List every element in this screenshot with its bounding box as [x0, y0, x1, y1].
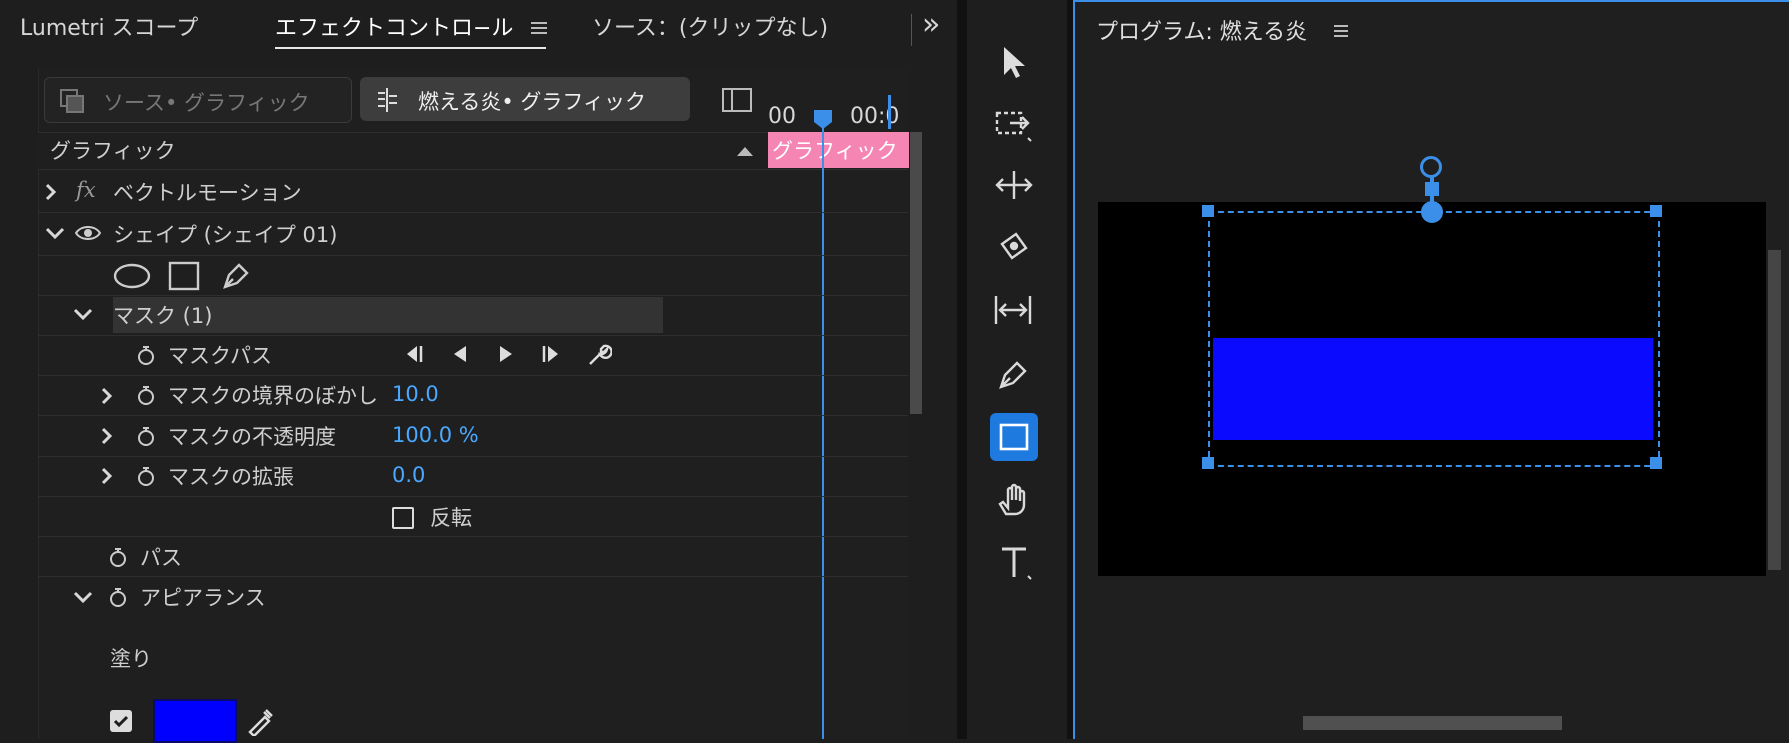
expansion-value[interactable]: 0.0: [392, 463, 425, 487]
row-divider: [38, 496, 908, 497]
stopwatch-icon[interactable]: [136, 344, 156, 366]
row-divider: [38, 375, 908, 376]
transform-handle[interactable]: [1650, 205, 1662, 217]
source-graphic-label: ソース• グラフィック: [103, 91, 310, 115]
panel-divider[interactable]: [957, 0, 967, 739]
eye-icon[interactable]: [74, 224, 102, 242]
program-vertical-scrollbar[interactable]: [1768, 250, 1781, 570]
row-divider: [38, 576, 908, 577]
track-forward-icon[interactable]: [496, 344, 516, 364]
pen-mask-icon[interactable]: [220, 260, 252, 292]
stopwatch-icon[interactable]: [136, 425, 156, 447]
path-label: パス: [140, 546, 182, 570]
fx-icon[interactable]: fx: [76, 178, 96, 202]
expand-chevron-icon[interactable]: [44, 182, 58, 202]
transform-handle[interactable]: [1202, 205, 1214, 217]
feather-value[interactable]: 10.0: [392, 382, 439, 406]
active-tab-underline: [275, 47, 546, 49]
tab-effect-controls[interactable]: エフェクトコントロ−ル: [275, 10, 513, 48]
expand-chevron-icon[interactable]: [100, 466, 114, 486]
collapse-up-icon[interactable]: [736, 145, 754, 157]
graphic-layer-icon: [59, 88, 85, 114]
tab-separator: [911, 14, 912, 46]
invert-label: 反転: [430, 506, 472, 530]
track-backward-all-icon[interactable]: [403, 344, 425, 364]
stopwatch-icon[interactable]: [136, 384, 156, 406]
feather-label: マスクの境界のぼかし: [168, 384, 378, 408]
opacity-label: マスクの不透明度: [168, 425, 336, 449]
transform-handle[interactable]: [1650, 457, 1662, 469]
effect-scrollbar[interactable]: [910, 132, 922, 414]
collapse-chevron-icon[interactable]: [44, 226, 66, 240]
more-tabs-icon[interactable]: »: [922, 6, 940, 44]
program-menu-icon[interactable]: [1333, 23, 1349, 39]
tab-source[interactable]: ソース：(クリップなし): [592, 10, 828, 48]
selection-tool-icon[interactable]: [998, 44, 1030, 80]
row-divider: [38, 415, 908, 416]
expand-chevron-icon[interactable]: [100, 426, 114, 446]
opacity-value[interactable]: 100.0 %: [392, 423, 479, 447]
toggle-timeline-icon[interactable]: [722, 88, 752, 112]
selection-bounding-box[interactable]: [1208, 211, 1660, 467]
expand-chevron-icon[interactable]: [100, 386, 114, 406]
source-graphic-button[interactable]: ソース• グラフィック: [44, 77, 352, 123]
rectangle-tool-button[interactable]: [990, 413, 1038, 461]
tab-lumetri-scopes[interactable]: Lumetri スコープ: [20, 10, 198, 48]
program-horizontal-scrollbar[interactable]: [1303, 716, 1562, 730]
end-marker: [888, 95, 891, 129]
invert-checkbox[interactable]: [392, 507, 414, 529]
section-header-label: グラフィック: [50, 139, 176, 163]
rotation-handle[interactable]: [1420, 156, 1442, 178]
timecode-left: 00: [768, 104, 796, 129]
anchor-point-handle[interactable]: [1421, 201, 1443, 223]
expansion-label: マスクの拡張: [168, 465, 294, 489]
fill-checkbox[interactable]: [110, 710, 132, 732]
ellipse-mask-icon[interactable]: [112, 262, 152, 290]
active-graphic-label: 燃える炎• グラフィック: [418, 90, 647, 114]
rotation-stem-handle[interactable]: [1425, 182, 1439, 196]
ripple-edit-tool-icon[interactable]: [994, 168, 1034, 202]
rectangle-tool-icon: [999, 423, 1029, 451]
align-layer-icon: [374, 87, 400, 113]
panel-menu-icon[interactable]: [530, 20, 548, 36]
stopwatch-icon[interactable]: [136, 465, 156, 487]
pen-tool-icon[interactable]: [996, 356, 1032, 392]
fill-label: 塗り: [110, 647, 152, 671]
razor-tool-icon[interactable]: [996, 232, 1032, 266]
row-divider: [38, 295, 908, 296]
graphic-clip-label: グラフィック: [772, 139, 898, 163]
track-backward-icon[interactable]: [450, 344, 470, 364]
eyedropper-icon[interactable]: [246, 706, 276, 736]
slip-tool-icon[interactable]: [992, 292, 1034, 328]
wrench-icon[interactable]: [586, 342, 612, 368]
mask-path-label: マスクパス: [168, 344, 272, 368]
stopwatch-icon[interactable]: [108, 586, 128, 608]
active-graphic-button[interactable]: 燃える炎• グラフィック: [360, 77, 690, 121]
shape-label: シェイプ (シェイプ 01): [113, 223, 338, 247]
hand-tool-icon[interactable]: [996, 482, 1032, 518]
transform-handle[interactable]: [1202, 457, 1214, 469]
mask-label: マスク (1): [113, 304, 213, 328]
type-tool-icon[interactable]: [998, 544, 1032, 580]
row-divider: [38, 255, 908, 256]
track-forward-all-icon[interactable]: [540, 344, 562, 364]
program-monitor-title[interactable]: プログラム: 燃える炎: [1096, 14, 1307, 46]
collapse-chevron-icon[interactable]: [72, 307, 94, 321]
collapse-chevron-icon[interactable]: [72, 590, 94, 604]
row-divider: [38, 456, 908, 457]
fill-color-swatch[interactable]: [153, 699, 237, 743]
appearance-label: アピアランス: [140, 586, 266, 610]
row-divider: [38, 536, 908, 537]
vector-motion-label: ベクトルモーション: [113, 181, 302, 205]
timecode-right: 00:0: [850, 104, 900, 129]
row-divider: [38, 212, 908, 213]
track-select-tool-icon[interactable]: [994, 108, 1034, 142]
rectangle-mask-icon[interactable]: [168, 261, 200, 291]
stopwatch-icon[interactable]: [108, 546, 128, 568]
row-divider: [38, 335, 908, 336]
